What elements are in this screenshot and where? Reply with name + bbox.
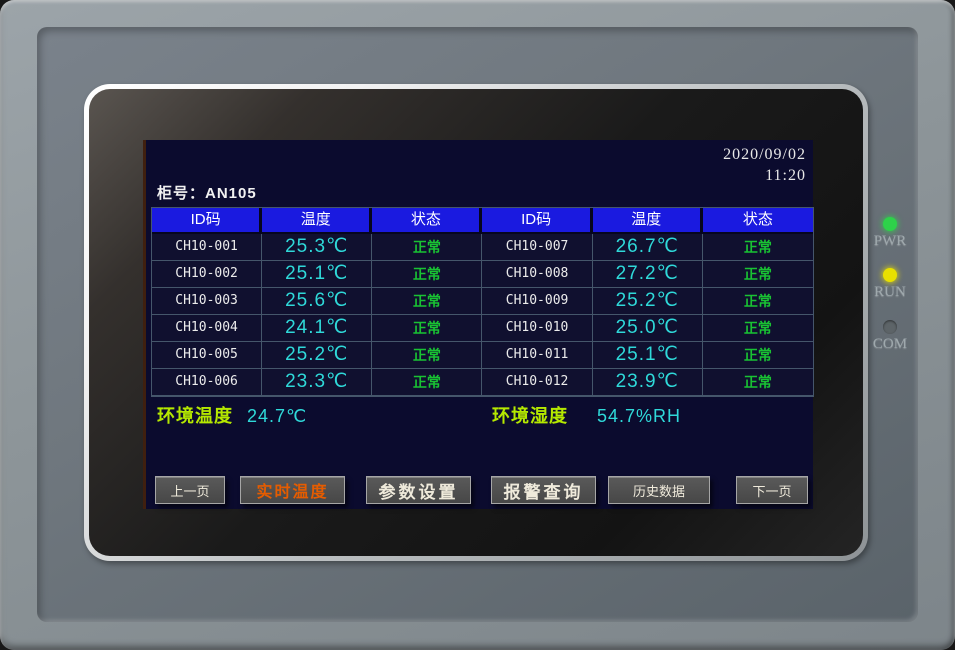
cell-temperature: 23.9℃ [593, 369, 703, 396]
cell-status: 正常 [703, 342, 813, 369]
cell-temperature: 26.7℃ [593, 234, 703, 261]
ambient-temp-value: 24.7℃ [247, 402, 307, 430]
ambient-readouts: 环境温度 24.7℃ 环境湿度 54.7%RH [146, 402, 816, 430]
cell-status: 正常 [372, 261, 482, 288]
cell-channel-id: CH10-009 [482, 288, 592, 315]
date-text: 2020/09/02 [723, 144, 806, 165]
cell-channel-id: CH10-002 [152, 261, 262, 288]
cell-temperature: 25.2℃ [593, 288, 703, 315]
cell-temperature: 24.1℃ [262, 315, 372, 342]
channel-table: ID码 温度 状态 ID码 温度 状态 CH10-001 25.3℃ 正常 CH… [151, 207, 814, 397]
cell-temperature: 25.3℃ [262, 234, 372, 261]
cell-channel-id: CH10-007 [482, 234, 592, 261]
col-header-temp: 温度 [262, 208, 372, 234]
cell-status: 正常 [372, 288, 482, 315]
cell-status: 正常 [372, 342, 482, 369]
cell-status: 正常 [703, 369, 813, 396]
cell-channel-id: CH10-012 [482, 369, 592, 396]
time-text: 11:20 [723, 165, 806, 186]
cell-temperature: 25.1℃ [593, 342, 703, 369]
lcd-display: 2020/09/02 11:20 柜号：AN105 ID码 温度 状态 ID码 … [143, 140, 813, 509]
cell-channel-id: CH10-011 [482, 342, 592, 369]
cell-channel-id: CH10-006 [152, 369, 262, 396]
cell-temperature: 23.3℃ [262, 369, 372, 396]
col-header-temp: 温度 [593, 208, 703, 234]
cell-temperature: 25.1℃ [262, 261, 372, 288]
cell-status: 正常 [703, 234, 813, 261]
power-led-icon [883, 217, 897, 231]
run-led-icon [883, 268, 897, 282]
device-frame: 2020/09/02 11:20 柜号：AN105 ID码 温度 状态 ID码 … [0, 0, 955, 650]
cell-channel-id: CH10-004 [152, 315, 262, 342]
com-led-block: COM [868, 320, 912, 353]
cell-channel-id: CH10-008 [482, 261, 592, 288]
com-led-label: COM [868, 336, 912, 353]
next-page-button[interactable]: 下一页 [736, 476, 808, 504]
pwr-led-block: PWR [868, 217, 912, 250]
col-header-id: ID码 [152, 208, 262, 234]
cell-channel-id: CH10-001 [152, 234, 262, 261]
datetime: 2020/09/02 11:20 [723, 144, 806, 186]
com-led-icon [883, 320, 897, 334]
history-data-button[interactable]: 历史数据 [608, 476, 710, 504]
cell-temperature: 25.2℃ [262, 342, 372, 369]
run-led-label: RUN [868, 284, 912, 301]
col-header-id: ID码 [482, 208, 592, 234]
param-settings-button[interactable]: 参数设置 [366, 476, 471, 504]
run-led-block: RUN [868, 268, 912, 301]
prev-page-button[interactable]: 上一页 [155, 476, 225, 504]
col-header-status: 状态 [703, 208, 813, 234]
cell-temperature: 25.6℃ [262, 288, 372, 315]
cell-status: 正常 [703, 288, 813, 315]
power-led-label: PWR [868, 233, 912, 250]
alarm-query-button[interactable]: 报警查询 [491, 476, 596, 504]
hmi-panel: 2020/09/02 11:20 柜号：AN105 ID码 温度 状态 ID码 … [0, 0, 955, 650]
cell-status: 正常 [372, 234, 482, 261]
cell-channel-id: CH10-005 [152, 342, 262, 369]
col-header-status: 状态 [372, 208, 482, 234]
cell-status: 正常 [703, 315, 813, 342]
cell-status: 正常 [372, 369, 482, 396]
cell-status: 正常 [703, 261, 813, 288]
cell-channel-id: CH10-010 [482, 315, 592, 342]
cabinet-label: 柜号：AN105 [157, 182, 257, 203]
cell-status: 正常 [372, 315, 482, 342]
cell-temperature: 27.2℃ [593, 261, 703, 288]
ambient-humidity-value: 54.7%RH [597, 402, 681, 430]
ambient-temp-label: 环境温度 [157, 402, 233, 430]
realtime-temp-button[interactable]: 实时温度 [240, 476, 345, 504]
cell-channel-id: CH10-003 [152, 288, 262, 315]
ambient-humidity-label: 环境湿度 [492, 402, 568, 430]
cell-temperature: 25.0℃ [593, 315, 703, 342]
